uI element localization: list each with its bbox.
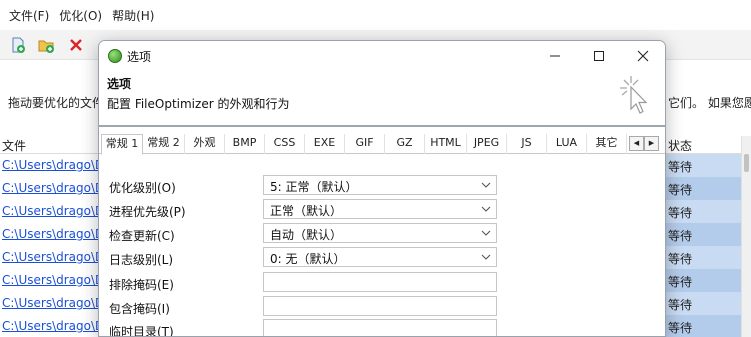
status-text: 等待 (668, 275, 693, 289)
dialog-title: 选项 (127, 50, 152, 64)
include-mask-label: 包含掩码(I) (109, 302, 170, 316)
tab-bmp[interactable]: BMP (225, 134, 265, 154)
column-header-status[interactable]: 状态 (668, 137, 692, 154)
status-text: 等待 (668, 160, 693, 174)
process-priority-value: 正常（默认） (270, 204, 343, 218)
temp-dir-row: 临时目录(T) (99, 319, 665, 337)
tab-scroll-right-icon[interactable]: ▶ (644, 136, 659, 151)
description-text-right: 它们。 如果您愿 (668, 96, 751, 110)
optimize-level-row: 优化级别(O) 5: 正常（默认） (99, 175, 665, 197)
exclude-mask-label: 排除掩码(E) (109, 278, 174, 292)
chevron-down-icon (481, 230, 491, 236)
temp-dir-input[interactable] (263, 319, 497, 336)
tab-exe[interactable]: EXE (305, 134, 345, 154)
status-text: 等待 (668, 321, 693, 335)
dialog-titlebar[interactable]: 选项 (99, 41, 665, 71)
process-priority-row: 进程优先级(P) 正常（默认） (99, 199, 665, 221)
chevron-down-icon (481, 182, 491, 188)
exclude-mask-row: 排除掩码(E) (99, 272, 665, 294)
log-level-value: 0: 无（默认） (270, 252, 346, 266)
log-level-select[interactable]: 0: 无（默认） (263, 247, 497, 267)
options-tabs: 常规 1 常规 2 外观 BMP CSS EXE GIF GZ HTML JPE… (99, 134, 665, 155)
tab-js[interactable]: JS (507, 134, 547, 154)
tab-html[interactable]: HTML (425, 134, 467, 154)
temp-dir-label: 临时目录(T) (109, 325, 174, 337)
exclude-mask-input[interactable] (263, 272, 497, 292)
tab-general-1[interactable]: 常规 1 (101, 134, 143, 155)
log-level-label: 日志级别(L) (109, 253, 174, 267)
log-level-row: 日志级别(L) 0: 无（默认） (99, 247, 665, 269)
chevron-down-icon (481, 254, 491, 260)
check-updates-select[interactable]: 自动（默认） (263, 223, 497, 243)
menu-file[interactable]: 文件(F) (4, 7, 54, 24)
process-priority-label: 进程优先级(P) (109, 205, 186, 219)
tab-lua[interactable]: LUA (547, 134, 587, 154)
app-icon (108, 49, 122, 63)
tab-other[interactable]: 其它 (587, 134, 627, 154)
remove-icon[interactable] (68, 37, 84, 53)
check-updates-label: 检查更新(C) (109, 229, 175, 243)
chevron-down-icon (481, 206, 491, 212)
menu-bar: 文件(F) 优化(O) 帮助(H) (0, 0, 751, 30)
process-priority-select[interactable]: 正常（默认） (263, 199, 497, 219)
file-list-scrollbar[interactable] (741, 136, 751, 337)
minimize-button[interactable] (533, 41, 577, 71)
menu-optimize[interactable]: 优化(O) (54, 7, 107, 24)
close-button[interactable] (621, 41, 665, 71)
cursor-click-icon (620, 76, 648, 114)
optimize-level-value: 5: 正常（默认） (270, 180, 358, 194)
tab-gif[interactable]: GIF (345, 134, 385, 154)
dialog-banner: 选项 配置 FileOptimizer 的外观和行为 (99, 71, 665, 125)
status-text: 等待 (668, 183, 693, 197)
check-updates-row: 检查更新(C) 自动（默认） (99, 223, 665, 245)
status-text: 等待 (668, 298, 693, 312)
banner-subtitle: 配置 FileOptimizer 的外观和行为 (107, 97, 290, 111)
optimize-level-label: 优化级别(O) (109, 181, 176, 195)
tab-general-2[interactable]: 常规 2 (143, 134, 185, 154)
tab-css[interactable]: CSS (265, 134, 305, 154)
description-text-left: 拖动要优化的文件 (8, 96, 105, 110)
menu-help[interactable]: 帮助(H) (107, 7, 159, 24)
tab-appearance[interactable]: 外观 (185, 134, 225, 154)
include-mask-row: 包含掩码(I) (99, 296, 665, 318)
tab-jpeg[interactable]: JPEG (467, 134, 507, 154)
tab-gz[interactable]: GZ (385, 134, 425, 154)
optimize-level-select[interactable]: 5: 正常（默认） (263, 175, 497, 195)
status-text: 等待 (668, 229, 693, 243)
minimize-icon (550, 55, 560, 57)
column-header-file[interactable]: 文件 (2, 137, 26, 154)
add-folder-icon[interactable] (38, 37, 54, 53)
status-text: 等待 (668, 252, 693, 266)
close-icon (637, 50, 649, 62)
banner-divider (99, 125, 665, 127)
scrollbar-thumb[interactable] (744, 154, 749, 172)
maximize-icon (594, 51, 604, 61)
check-updates-value: 自动（默认） (270, 228, 343, 242)
options-dialog: 选项 选项 配置 FileOptimizer 的外观和行为 常规 1 常规 2 … (98, 40, 666, 337)
tab-scroll-left-icon[interactable]: ◀ (629, 136, 644, 151)
tab-scroll-arrows: ◀ ▶ (629, 136, 659, 151)
status-text: 等待 (668, 206, 693, 220)
add-files-icon[interactable] (10, 37, 26, 53)
maximize-button[interactable] (577, 41, 621, 71)
include-mask-input[interactable] (263, 296, 497, 316)
banner-title: 选项 (107, 77, 132, 91)
